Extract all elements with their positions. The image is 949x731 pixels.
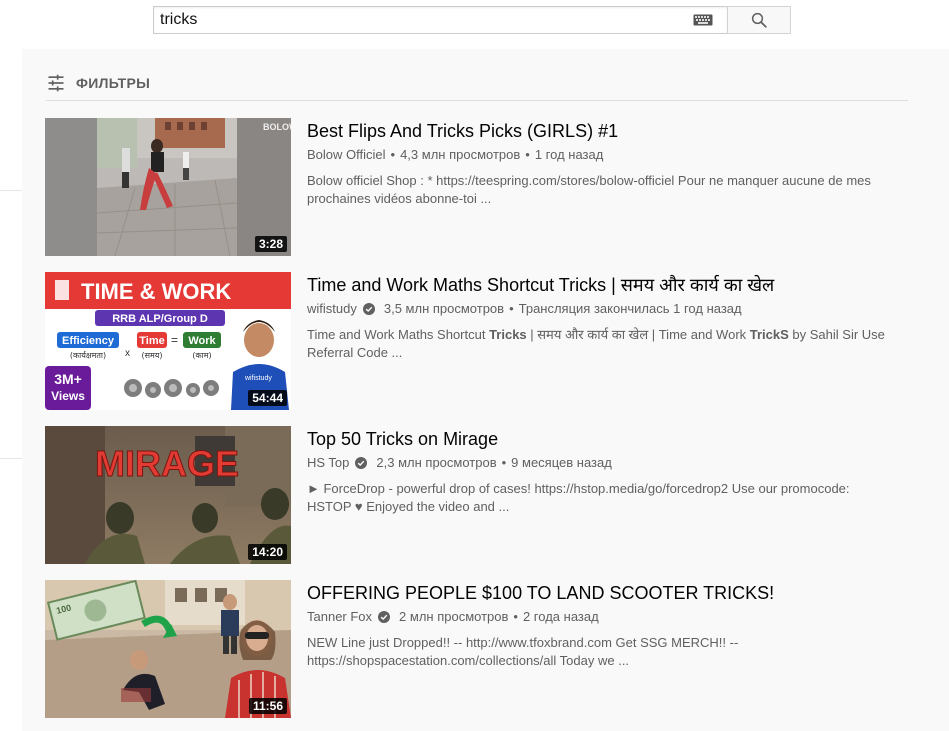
- video-thumbnail[interactable]: 100 11:56: [45, 580, 291, 718]
- meta-separator: •: [513, 609, 518, 624]
- channel-name[interactable]: wifistudy: [307, 301, 357, 316]
- filters-button[interactable]: ФИЛЬТРЫ: [46, 73, 150, 93]
- thumb-equals: =: [171, 333, 178, 347]
- thumb-badge: RRB ALP/Group D: [112, 313, 208, 325]
- verified-check-icon: [378, 610, 391, 623]
- meta-separator: •: [525, 147, 530, 162]
- view-count: 2,3 млн просмотров: [376, 455, 497, 470]
- description-text: Time and Work Maths Shortcut: [307, 327, 490, 342]
- upload-age: 1 год назад: [534, 147, 604, 162]
- thumb-headline: TIME & WORK: [81, 279, 231, 304]
- video-meta: HS Top 2,3 млн просмотров • 9 месяцев на…: [307, 455, 907, 470]
- video-title[interactable]: Top 50 Tricks on Mirage: [307, 427, 907, 451]
- video-description: NEW Line just Dropped!! -- http://www.tf…: [307, 635, 739, 668]
- video-thumbnail[interactable]: MIRAGE 14:20: [45, 426, 291, 564]
- thumb-efficiency-hi: (कार्यक्षमता): [70, 350, 106, 360]
- verified-check-icon: [362, 302, 375, 315]
- video-meta: Bolow Officiel • 4,3 млн просмотров • 1 …: [307, 147, 907, 162]
- search-button[interactable]: [727, 6, 791, 34]
- video-meta: Tanner Fox 2 млн просмотров • 2 года наз…: [307, 609, 907, 624]
- video-thumbnail[interactable]: BOLOW 3:28: [45, 118, 291, 256]
- filter-icon: [48, 74, 64, 92]
- view-count: 2 млн просмотров: [399, 609, 509, 624]
- svg-text:BOLOW: BOLOW: [263, 122, 291, 132]
- verified-check-icon: [355, 456, 368, 469]
- thumb-logo: wifistudy: [244, 375, 272, 382]
- video-duration: 11:56: [248, 698, 287, 714]
- view-count: 4,3 млн просмотров: [400, 147, 521, 162]
- video-info: OFFERING PEOPLE $100 TO LAND SCOOTER TRI…: [307, 580, 907, 670]
- video-result[interactable]: MIRAGE 14:20 Top 50 Tricks on Mirage HS …: [45, 426, 907, 564]
- video-result[interactable]: TIME & WORK RRB ALP/Group D Efficiency (…: [45, 272, 907, 410]
- filter-divider: [46, 100, 908, 101]
- description-highlight: Tricks: [489, 327, 527, 342]
- video-meta: wifistudy 3,5 млн просмотров • Трансляци…: [307, 301, 907, 316]
- video-thumbnail[interactable]: TIME & WORK RRB ALP/Group D Efficiency (…: [45, 272, 291, 410]
- sidebar-divider: [0, 458, 22, 459]
- video-info: Top 50 Tricks on Mirage HS Top 2,3 млн п…: [307, 426, 907, 516]
- video-description: ► ForceDrop - powerful drop of cases! ht…: [307, 481, 850, 514]
- keyboard-icon[interactable]: [693, 14, 713, 26]
- meta-separator: •: [501, 455, 507, 470]
- thumbnail-image: BOLOW: [45, 118, 291, 256]
- video-result[interactable]: BOLOW 3:28 Best Flips And Tricks Picks (…: [45, 118, 907, 256]
- video-duration: 3:28: [254, 236, 287, 252]
- upload-age: 9 месяцев назад: [511, 455, 612, 470]
- description-highlight: TrickS: [749, 327, 789, 342]
- thumb-times: x: [125, 348, 130, 359]
- thumb-efficiency: Efficiency: [62, 335, 115, 347]
- thumb-work-hi: (काम): [192, 351, 211, 360]
- thumb-time-hi: (समय): [141, 351, 162, 360]
- meta-separator: •: [390, 147, 396, 162]
- search-query[interactable]: tricks: [160, 11, 693, 29]
- thumb-views-word: Views: [51, 389, 85, 403]
- channel-name[interactable]: Tanner Fox: [307, 609, 372, 624]
- filters-label: ФИЛЬТРЫ: [76, 75, 151, 91]
- video-title[interactable]: Best Flips And Tricks Picks (GIRLS) #1: [307, 119, 907, 143]
- video-result[interactable]: 100 11:56 OFFERING PEOPLE $100 TO LAND S…: [45, 580, 907, 718]
- video-description: Time and Work Maths Shortcut Tricks | सम…: [307, 326, 897, 362]
- thumb-headline: MIRAGE: [95, 443, 239, 484]
- video-duration: 54:44: [248, 390, 287, 406]
- view-count: 3,5 млн просмотров: [383, 301, 505, 316]
- thumb-work: Work: [188, 335, 216, 347]
- thumb-views-big: 3M+: [54, 371, 82, 387]
- sidebar-divider: [0, 190, 22, 191]
- thumb-time: Time: [139, 335, 164, 347]
- channel-name[interactable]: HS Top: [307, 455, 349, 470]
- search-input[interactable]: tricks: [153, 6, 727, 34]
- video-description: Bolow officiel Shop : * https://teesprin…: [307, 173, 871, 206]
- video-info: Time and Work Maths Shortcut Tricks | सम…: [307, 272, 907, 362]
- video-title[interactable]: OFFERING PEOPLE $100 TO LAND SCOOTER TRI…: [307, 581, 907, 605]
- meta-separator: •: [509, 301, 514, 316]
- upload-age: 2 года назад: [522, 609, 599, 624]
- search-icon: [751, 12, 767, 28]
- search-bar: tricks: [153, 6, 793, 36]
- video-title[interactable]: Time and Work Maths Shortcut Tricks | सम…: [307, 273, 907, 297]
- video-duration: 14:20: [248, 544, 287, 560]
- results-panel: ФИЛЬТРЫ BOLO 3:28 Best Flips And Tricks …: [22, 49, 949, 731]
- channel-name[interactable]: Bolow Officiel: [307, 147, 386, 162]
- video-info: Best Flips And Tricks Picks (GIRLS) #1 B…: [307, 118, 907, 208]
- description-text: | समय और कार्य का खेल | Time and Work: [526, 327, 750, 342]
- upload-age: Трансляция закончилась 1 год назад: [518, 301, 742, 316]
